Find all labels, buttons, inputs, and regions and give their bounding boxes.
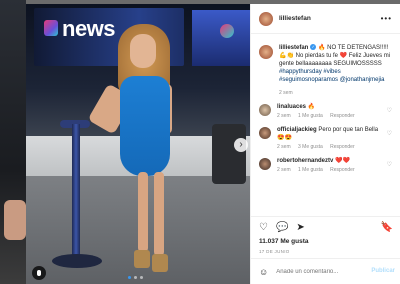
comment-username[interactable]: robertohernandeztv — [277, 158, 333, 164]
avatar[interactable] — [259, 45, 273, 59]
reply-link[interactable]: Responder — [330, 113, 354, 119]
side-logo-icon — [220, 24, 234, 38]
post-date: 17 DE JUNIO — [259, 249, 290, 254]
comment-meta: 2 sem 1 Me gusta Responder — [277, 112, 387, 120]
comment-like-icon[interactable]: ♡ — [387, 107, 392, 114]
carousel-dot — [134, 276, 137, 279]
avatar[interactable] — [259, 158, 271, 170]
comment-like-icon[interactable]: ♡ — [387, 130, 392, 137]
caption-time: 2 sem — [279, 90, 293, 96]
add-comment-bar: ☺ Publicar — [251, 258, 400, 284]
comment-text: 🔥 — [306, 104, 316, 110]
comment-likes[interactable]: 1 Me gusta — [298, 113, 323, 119]
person-leg — [138, 172, 148, 252]
comment-body: robertohernandeztv ❤️❤️ 2 sem 1 Me gusta… — [277, 157, 387, 174]
reply-link[interactable]: Responder — [330, 144, 354, 150]
news-logo-icon — [44, 20, 58, 36]
comment-time: 2 sem — [277, 144, 291, 150]
comment-body: linaluaces 🔥 2 sem 1 Me gusta Responder — [277, 103, 387, 120]
stand-pole — [72, 124, 80, 264]
next-photo-arrow-icon[interactable]: › — [234, 138, 248, 152]
comment-time: 2 sem — [277, 167, 291, 173]
post-header: lilliestefan ••• — [251, 4, 400, 34]
comment-item: robertohernandeztv ❤️❤️ 2 sem 1 Me gusta… — [251, 157, 400, 174]
post-username[interactable]: lilliestefan — [279, 15, 311, 22]
comment-item: officialjackieg Pero por que tan Bella 😍… — [251, 126, 400, 151]
caption-body: lilliestefan ✓ 🔥 NO TE DETENGAS!!!!! 💪👏 N… — [279, 44, 392, 97]
post-caption: lilliestefan ✓ 🔥 NO TE DETENGAS!!!!! 💪👏 N… — [251, 34, 400, 97]
carousel-dot-active — [128, 276, 131, 279]
comment-time: 2 sem — [277, 113, 291, 119]
avatar[interactable] — [259, 11, 273, 26]
instagram-post-view: news › lilliestefan ••• lilliestefan ✓ 🔥… — [0, 0, 400, 284]
caption-mention[interactable]: @jonathanjmejia — [338, 77, 385, 83]
comment-body: officialjackieg Pero por que tan Bella 😍… — [277, 126, 387, 151]
background-photo — [0, 0, 26, 284]
comment-item: linaluaces 🔥 2 sem 1 Me gusta Responder … — [251, 103, 400, 120]
comment-likes[interactable]: 1 Me gusta — [298, 167, 323, 173]
stand-base — [52, 254, 102, 268]
person-shoe — [152, 254, 168, 272]
share-send-icon[interactable]: ➤ — [296, 222, 304, 233]
post-side-panel: lilliestefan ••• lilliestefan ✓ 🔥 NO TE D… — [250, 4, 400, 284]
comment-username[interactable]: officialjackieg — [277, 127, 317, 133]
comment-text: ❤️❤️ — [333, 158, 350, 164]
person-leg — [154, 172, 164, 256]
user-tag-icon[interactable] — [32, 266, 46, 280]
person-face — [130, 34, 156, 68]
comment-bubble-icon[interactable]: 💬 — [276, 222, 288, 233]
background-face — [4, 200, 26, 240]
comment-meta: 2 sem 3 Me gusta Responder — [277, 143, 387, 151]
person-blue-dress — [120, 76, 170, 176]
avatar[interactable] — [259, 104, 271, 116]
comment-like-icon[interactable]: ♡ — [387, 161, 392, 168]
likes-count[interactable]: 11.037 Me gusta — [259, 238, 309, 245]
publish-button[interactable]: Publicar — [371, 268, 395, 274]
comment-meta: 2 sem 1 Me gusta Responder — [277, 166, 387, 174]
studio-chair — [212, 124, 246, 184]
emoji-smile-icon[interactable]: ☺ — [259, 267, 268, 277]
news-screen-text: news — [62, 16, 116, 41]
person-shoe — [134, 250, 150, 268]
more-options-icon[interactable]: ••• — [381, 14, 392, 23]
carousel-dots — [128, 276, 143, 279]
avatar[interactable] — [259, 127, 271, 139]
post-actions: ♡ 💬 ➤ 🔖 — [251, 216, 400, 238]
studio-side-screen — [192, 10, 250, 66]
comment-likes[interactable]: 3 Me gusta — [298, 144, 323, 150]
comment-input[interactable] — [276, 268, 369, 275]
caption-username[interactable]: lilliestefan — [279, 45, 308, 51]
reply-link[interactable]: Responder — [330, 167, 354, 173]
post-photo[interactable]: news › — [26, 4, 250, 284]
caption-hashtags[interactable]: #happythursday #vibes #seguimosnoparamos — [279, 69, 341, 83]
comment-username[interactable]: linaluaces — [277, 104, 306, 110]
like-heart-icon[interactable]: ♡ — [259, 222, 268, 233]
bookmark-icon[interactable]: 🔖 — [381, 222, 393, 233]
carousel-dot — [140, 276, 143, 279]
